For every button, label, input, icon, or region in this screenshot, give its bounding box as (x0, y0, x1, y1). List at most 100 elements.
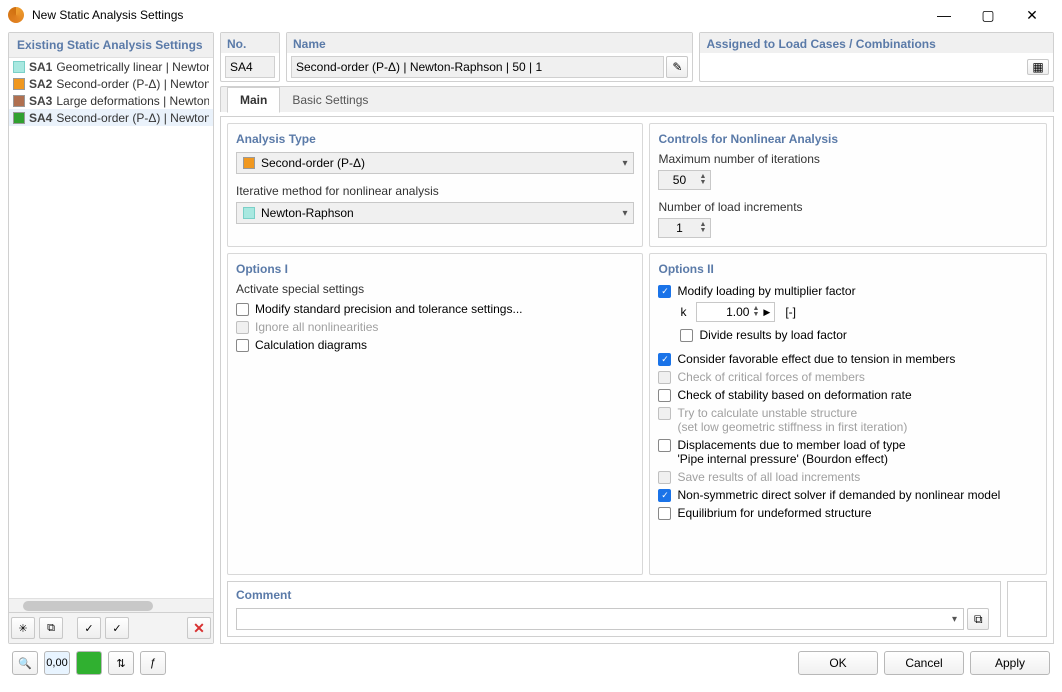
section-options-2: Options II Modify loading by multiplier … (649, 253, 1047, 575)
analysis-type-value: Second-order (P-Δ) (261, 156, 365, 170)
list-item[interactable]: SA1 Geometrically linear | Newton-… (9, 58, 213, 75)
field-assigned: Assigned to Load Cases / Combinations ▦ (699, 32, 1054, 82)
window-title: New Static Analysis Settings (32, 8, 922, 22)
chevron-down-icon: ▾ (952, 614, 957, 625)
activate-special-label: Activate special settings (236, 282, 634, 296)
edit-name-button[interactable]: ✎ (666, 56, 688, 78)
field-name-input[interactable] (291, 56, 664, 78)
option-stability-check[interactable]: Check of stability based on deformation … (658, 386, 1038, 404)
ok-button[interactable]: OK (798, 651, 878, 675)
field-name: Name ✎ (286, 32, 693, 82)
option-pipe-pressure[interactable]: Displacements due to member load of type… (658, 436, 1038, 468)
load-increments-input[interactable] (663, 221, 695, 235)
analysis-type-title: Analysis Type (236, 132, 634, 146)
k-factor-input[interactable] (701, 305, 749, 319)
option-modify-precision[interactable]: Modify standard precision and tolerance … (236, 300, 634, 318)
assigned-picker-button[interactable]: ▦ (1027, 59, 1049, 75)
iterative-method-label: Iterative method for nonlinear analysis (236, 184, 634, 198)
list-item-code: SA4 (29, 111, 52, 125)
comment-label: Comment (236, 588, 992, 602)
load-increments-spinner[interactable]: ▲▼ (658, 218, 711, 238)
k-factor-unit: [-] (785, 305, 796, 319)
bottom-bar: 🔍 0,00 ⇅ ƒ OK Cancel Apply (0, 644, 1062, 682)
field-no: No. (220, 32, 280, 82)
apply-button[interactable]: Apply (970, 651, 1050, 675)
search-icon-button[interactable]: 🔍 (12, 651, 38, 675)
max-iterations-label: Maximum number of iterations (658, 152, 1038, 166)
existing-settings-header: Existing Static Analysis Settings (9, 33, 213, 58)
minimize-button[interactable]: ― (922, 1, 966, 29)
color-button[interactable] (76, 651, 102, 675)
list-item-code: SA1 (29, 60, 52, 74)
option-ignore-nonlinearities: Ignore all nonlinearities (236, 318, 634, 336)
k-factor-label: k (680, 305, 686, 319)
list-toolbar: ✳ ⧉ ✓ ✓ ✕ (9, 612, 213, 643)
options2-title: Options II (658, 262, 1038, 276)
title-bar: New Static Analysis Settings ― ▢ ✕ (0, 0, 1062, 30)
section-controls: Controls for Nonlinear Analysis Maximum … (649, 123, 1047, 247)
section-comment: Comment ▾ ⧉ (227, 581, 1001, 637)
close-button[interactable]: ✕ (1010, 1, 1054, 29)
section-options-1: Options I Activate special settings Modi… (227, 253, 643, 575)
list-item-swatch (13, 112, 25, 124)
check-button-2[interactable]: ✓ (105, 617, 129, 639)
field-no-label: No. (221, 33, 279, 53)
max-iterations-input[interactable] (663, 173, 695, 187)
check-button-1[interactable]: ✓ (77, 617, 101, 639)
option-equilibrium-undeformed[interactable]: Equilibrium for undeformed structure (658, 504, 1038, 522)
option-unstable-structure: Try to calculate unstable structure (set… (658, 404, 1038, 436)
load-increments-label: Number of load increments (658, 200, 1038, 214)
field-name-label: Name (287, 33, 692, 53)
option-divide-results[interactable]: Divide results by load factor (680, 326, 1038, 344)
delete-item-button[interactable]: ✕ (187, 617, 211, 639)
comment-dropdown[interactable]: ▾ (236, 608, 964, 630)
horizontal-scrollbar[interactable] (9, 598, 213, 612)
tabs-strip: Main Basic Settings (220, 86, 1054, 112)
list-item-swatch (13, 78, 25, 90)
max-iterations-spinner[interactable]: ▲▼ (658, 170, 711, 190)
field-assigned-label: Assigned to Load Cases / Combinations (700, 33, 1053, 53)
list-item[interactable]: SA2 Second-order (P-Δ) | Newton-R… (9, 75, 213, 92)
list-item-code: SA3 (29, 94, 52, 108)
list-item-code: SA2 (29, 77, 52, 91)
tool-button-1[interactable]: ⇅ (108, 651, 134, 675)
option-calculation-diagrams[interactable]: Calculation diagrams (236, 336, 634, 354)
cancel-button[interactable]: Cancel (884, 651, 964, 675)
tool-button-2[interactable]: ƒ (140, 651, 166, 675)
spinner-arrows-icon[interactable]: ▲▼ (699, 174, 706, 186)
list-item-label: Large deformations | Newton-… (56, 94, 209, 108)
maximize-button[interactable]: ▢ (966, 1, 1010, 29)
controls-title: Controls for Nonlinear Analysis (658, 132, 1038, 146)
iterative-method-value: Newton-Raphson (261, 206, 354, 220)
options1-title: Options I (236, 262, 634, 276)
copy-item-button[interactable]: ⧉ (39, 617, 63, 639)
chevron-down-icon: ▾ (622, 208, 627, 219)
option-nonsymmetric-solver[interactable]: Non-symmetric direct solver if demanded … (658, 486, 1038, 504)
option-modify-loading[interactable]: Modify loading by multiplier factor (658, 282, 1038, 300)
analysis-type-dropdown[interactable]: Second-order (P-Δ) ▾ (236, 152, 634, 174)
comment-side-panel (1007, 581, 1047, 637)
comment-library-button[interactable]: ⧉ (967, 608, 989, 630)
decimals-button[interactable]: 0,00 (44, 651, 70, 675)
existing-settings-list[interactable]: SA1 Geometrically linear | Newton-… SA2 Sec… (9, 58, 213, 598)
new-item-button[interactable]: ✳ (11, 617, 35, 639)
section-analysis-type: Analysis Type Second-order (P-Δ) ▾ Itera… (227, 123, 643, 247)
list-item[interactable]: SA4 Second-order (P-Δ) | Newton-R… (9, 109, 213, 126)
list-item-swatch (13, 95, 25, 107)
option-favorable-tension[interactable]: Consider favorable effect due to tension… (658, 350, 1038, 368)
list-item-swatch (13, 61, 25, 73)
tab-basic-settings[interactable]: Basic Settings (280, 88, 380, 112)
list-item-label: Second-order (P-Δ) | Newton-R… (56, 111, 209, 125)
list-item-label: Second-order (P-Δ) | Newton-R… (56, 77, 209, 91)
tab-main[interactable]: Main (227, 87, 280, 113)
spinner-arrows-icon[interactable]: ▲▼ (699, 222, 706, 234)
option-critical-forces: Check of critical forces of members (658, 368, 1038, 386)
chevron-down-icon: ▾ (622, 158, 627, 169)
k-factor-input-wrap[interactable]: ▲▼ ▶ (696, 302, 775, 322)
iterative-method-dropdown[interactable]: Newton-Raphson ▾ (236, 202, 634, 224)
analysis-type-swatch (243, 157, 255, 169)
option-save-increments: Save results of all load increments (658, 468, 1038, 486)
list-item[interactable]: SA3 Large deformations | Newton-… (9, 92, 213, 109)
field-no-input[interactable] (225, 56, 275, 78)
list-item-label: Geometrically linear | Newton-… (56, 60, 209, 74)
